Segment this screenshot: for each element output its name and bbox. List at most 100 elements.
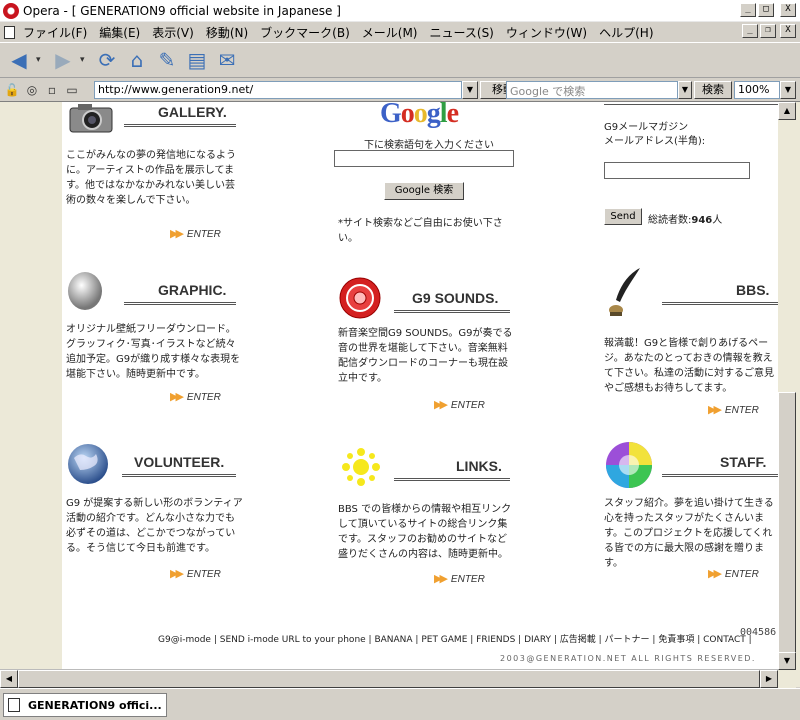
gallery-enter-link[interactable]: ▶▶ ENTER bbox=[170, 227, 221, 240]
hotlist-icon[interactable]: ✎ bbox=[154, 47, 180, 73]
double-arrow-icon: ▶▶ bbox=[708, 404, 722, 416]
magazine-email-input[interactable] bbox=[604, 162, 750, 179]
lock-icon[interactable]: 🔓 bbox=[4, 82, 20, 98]
gallery-heading[interactable]: GALLERY. bbox=[158, 104, 227, 120]
volunteer-section: VOLUNTEER. G9 が提案する新しい形のボランティア活動の紹介です。どん… bbox=[62, 438, 243, 588]
mdi-restore-button[interactable]: ❐ bbox=[760, 24, 776, 38]
close-button[interactable]: X bbox=[780, 3, 796, 17]
double-arrow-icon: ▶▶ bbox=[170, 391, 184, 403]
menu-file[interactable]: ファイル(F) bbox=[23, 24, 87, 41]
camera-icon[interactable] bbox=[68, 102, 114, 134]
menu-help[interactable]: ヘルプ(H) bbox=[599, 24, 653, 41]
opera-logo-icon bbox=[3, 2, 19, 19]
footer-link-advertising[interactable]: 広告掲載 bbox=[560, 635, 596, 645]
home-icon[interactable]: ⌂ bbox=[124, 47, 150, 73]
menu-news[interactable]: ニュース(S) bbox=[429, 24, 493, 41]
volunteer-rule bbox=[122, 474, 236, 477]
back-history-dropdown-icon[interactable]: ▾ bbox=[36, 55, 46, 65]
search-dropdown-icon[interactable]: ▼ bbox=[678, 81, 692, 99]
zoom-dropdown-icon[interactable]: ▼ bbox=[780, 81, 796, 99]
mdi-close-button[interactable]: X bbox=[780, 24, 796, 38]
speaker-icon[interactable] bbox=[338, 276, 382, 320]
volunteer-heading[interactable]: VOLUNTEER. bbox=[134, 454, 224, 470]
print-icon[interactable]: ▤ bbox=[184, 47, 210, 73]
footer-link-diary[interactable]: DIARY bbox=[524, 635, 551, 645]
mail-icon[interactable]: ✉ bbox=[214, 47, 240, 73]
scroll-left-icon[interactable]: ◀ bbox=[0, 670, 18, 688]
forward-arrow-icon[interactable]: ▶ bbox=[50, 47, 76, 73]
volunteer-enter-label: ENTER bbox=[186, 569, 221, 580]
subscriber-suffix: 人 bbox=[712, 215, 723, 226]
footer-link-banana[interactable]: BANANA bbox=[374, 635, 412, 645]
info-icon[interactable]: ◎ bbox=[24, 82, 40, 98]
bbs-heading[interactable]: BBS. bbox=[736, 282, 769, 298]
maximize-button[interactable]: □ bbox=[758, 3, 774, 17]
search-button[interactable]: 検索 bbox=[694, 81, 732, 99]
links-heading[interactable]: LINKS. bbox=[456, 458, 502, 474]
magazine-rule bbox=[604, 104, 778, 107]
google-logo-letter: l bbox=[439, 102, 448, 129]
scroll-right-icon[interactable]: ▶ bbox=[760, 670, 778, 688]
print-preview-icon[interactable]: ▭ bbox=[64, 82, 80, 98]
reload-icon[interactable]: ⟳ bbox=[94, 47, 120, 73]
menu-navigation[interactable]: 移動(N) bbox=[206, 24, 248, 41]
menu-bookmarks[interactable]: ブックマーク(B) bbox=[260, 24, 350, 41]
vertical-scroll-thumb[interactable] bbox=[778, 392, 796, 662]
google-search-section: Google 下に検索語句を入力ください Google 検索 *サイト検索などご… bbox=[332, 102, 522, 252]
bbs-description: 報満載！G9と皆様で創りあげるページ。あなたのとっておきの情報を教えて下さい。私… bbox=[604, 338, 774, 394]
google-logo-letter: g bbox=[426, 102, 441, 129]
footer-link-send-imode[interactable]: SEND i-mode URL to your phone bbox=[220, 635, 366, 645]
footer-link-disclaimer[interactable]: 免責事項 bbox=[658, 635, 694, 645]
url-dropdown-icon[interactable]: ▼ bbox=[462, 81, 478, 99]
staff-enter-link[interactable]: ▶▶ ENTER bbox=[708, 567, 759, 580]
minimize-button[interactable]: _ bbox=[740, 3, 756, 17]
footer-link-partner[interactable]: パートナー bbox=[605, 635, 650, 645]
menu-mail[interactable]: メール(M) bbox=[362, 24, 418, 41]
menu-window[interactable]: ウィンドウ(W) bbox=[506, 24, 587, 41]
search-input[interactable]: Google で検索 bbox=[506, 81, 678, 99]
links-enter-link[interactable]: ▶▶ ENTER bbox=[434, 572, 485, 585]
copyright-text: 2003@GENERATION.NET ALL RIGHTS RESERVED. bbox=[500, 654, 756, 663]
footer-link-friends[interactable]: FRIENDS bbox=[476, 635, 515, 645]
globe-icon[interactable] bbox=[66, 442, 110, 486]
mdi-minimize-button[interactable]: _ bbox=[742, 24, 758, 38]
forward-history-dropdown-icon[interactable]: ▾ bbox=[80, 55, 90, 65]
staff-heading[interactable]: STAFF. bbox=[720, 454, 766, 470]
tab-generation9[interactable]: GENERATION9 offici... bbox=[3, 693, 167, 717]
bbs-enter-link[interactable]: ▶▶ ENTER bbox=[708, 403, 759, 416]
horizontal-scrollbar[interactable]: ◀ ▶ bbox=[0, 669, 778, 688]
flower-icon[interactable] bbox=[338, 444, 384, 490]
quill-pen-icon[interactable] bbox=[604, 266, 644, 320]
magazine-send-button[interactable]: Send bbox=[604, 208, 642, 225]
volunteer-enter-link[interactable]: ▶▶ ENTER bbox=[170, 567, 221, 580]
graphic-enter-link[interactable]: ▶▶ ENTER bbox=[170, 390, 221, 403]
back-arrow-icon[interactable]: ◀ bbox=[6, 47, 32, 73]
scroll-down-icon[interactable]: ▼ bbox=[778, 652, 796, 670]
scroll-up-icon[interactable]: ▲ bbox=[778, 102, 796, 120]
footer-link-imode[interactable]: G9@i-mode bbox=[158, 635, 211, 645]
magazine-subscriber-count: 総読者数:946人 bbox=[648, 213, 722, 228]
title-bar: Opera - [ GENERATION9 official website i… bbox=[0, 0, 800, 22]
sounds-enter-link[interactable]: ▶▶ ENTER bbox=[434, 398, 485, 411]
menu-view[interactable]: 表示(V) bbox=[152, 24, 194, 41]
graphic-heading[interactable]: GRAPHIC. bbox=[158, 282, 226, 298]
google-search-input[interactable] bbox=[334, 150, 514, 167]
zoom-field[interactable]: 100% bbox=[734, 81, 780, 99]
horizontal-scroll-thumb[interactable] bbox=[18, 670, 760, 688]
color-sphere-icon[interactable] bbox=[604, 440, 654, 490]
url-input[interactable]: http://www.generation9.net/ bbox=[94, 81, 462, 99]
footer-link-pet-game[interactable]: PET GAME bbox=[421, 635, 467, 645]
sounds-heading[interactable]: G9 SOUNDS. bbox=[412, 290, 498, 306]
visitor-counter: 004586 bbox=[740, 627, 777, 638]
sounds-rule bbox=[394, 310, 510, 313]
page-content: GALLERY. ここがみんなの夢の発信地になるように。アーティストの作品を展示… bbox=[62, 102, 778, 688]
chrome-sphere-icon[interactable] bbox=[66, 270, 104, 312]
double-arrow-icon: ▶▶ bbox=[708, 568, 722, 580]
footer-links: G9@i-mode | SEND i-mode URL to your phon… bbox=[158, 635, 752, 645]
page-icon[interactable]: ▫ bbox=[44, 82, 60, 98]
vertical-scrollbar[interactable]: ▲ ▼ bbox=[778, 102, 796, 688]
document-icon[interactable] bbox=[4, 25, 15, 39]
graphic-rule bbox=[124, 302, 236, 305]
menu-edit[interactable]: 編集(E) bbox=[99, 24, 140, 41]
google-search-button[interactable]: Google 検索 bbox=[384, 182, 464, 200]
